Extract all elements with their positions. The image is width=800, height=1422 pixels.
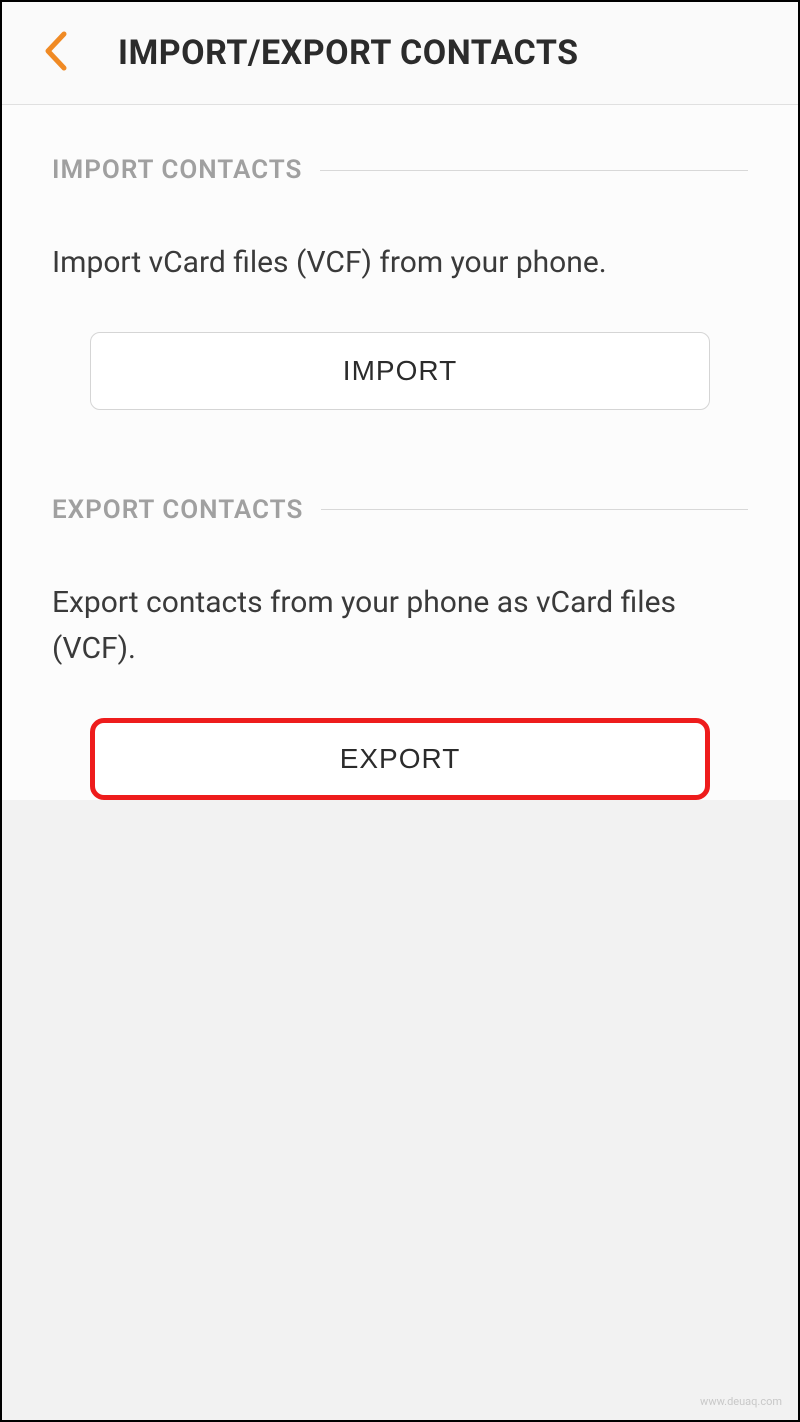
page-title: IMPORT/EXPORT CONTACTS <box>118 33 579 73</box>
import-button[interactable]: IMPORT <box>90 332 710 410</box>
header-bar: IMPORT/EXPORT CONTACTS <box>2 2 798 105</box>
back-icon[interactable] <box>42 30 68 76</box>
content-area: IMPORT CONTACTS Import vCard files (VCF)… <box>2 105 798 800</box>
watermark-text: www.deuaq.com <box>700 1395 782 1408</box>
export-description: Export contacts from your phone as vCard… <box>52 580 748 673</box>
export-button[interactable]: EXPORT <box>90 718 710 800</box>
import-description: Import vCard files (VCF) from your phone… <box>52 240 748 287</box>
divider-line <box>320 170 748 171</box>
export-section-heading: EXPORT CONTACTS <box>52 495 321 525</box>
divider-line <box>321 509 748 510</box>
import-section-header-row: IMPORT CONTACTS <box>52 155 748 185</box>
import-section-heading: IMPORT CONTACTS <box>52 155 320 185</box>
export-section-header-row: EXPORT CONTACTS <box>52 495 748 525</box>
